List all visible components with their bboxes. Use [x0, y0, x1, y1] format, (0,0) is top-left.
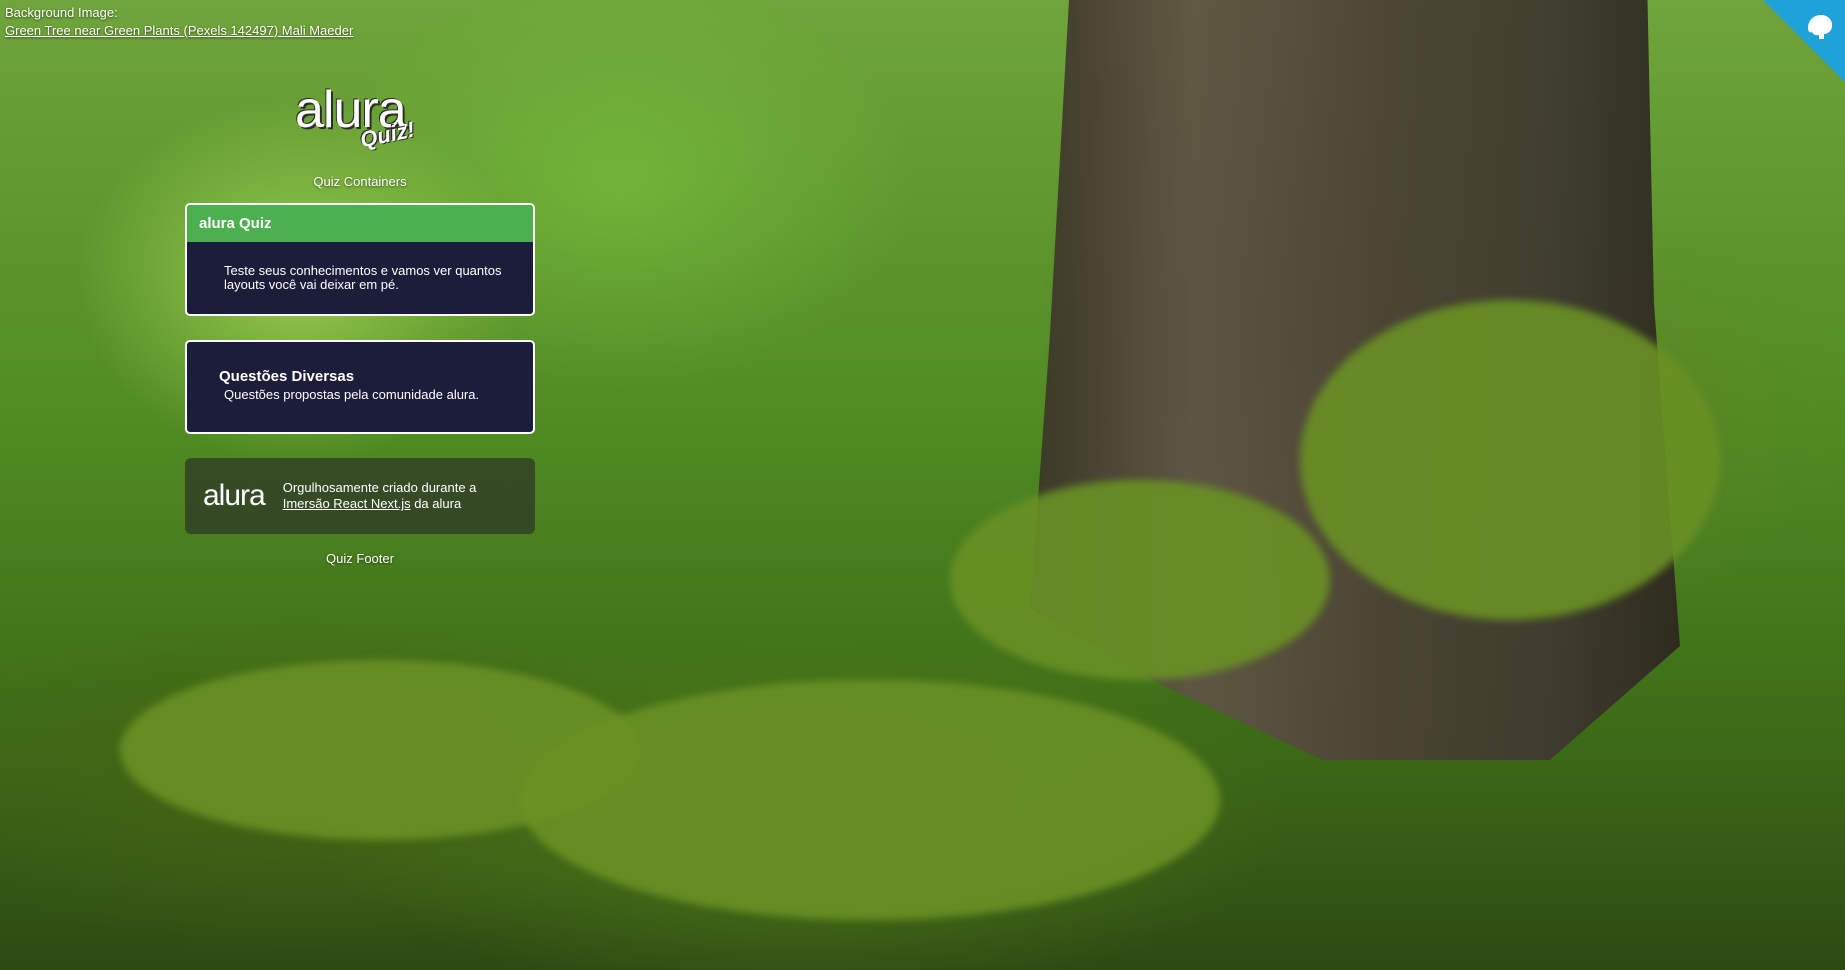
topics-widget-description: Questões propostas pela comunidade alura…: [224, 387, 480, 402]
footer-text: Orgulhosamente criado durante a Imersão …: [283, 480, 517, 512]
background-credit-link[interactable]: Green Tree near Green Plants (Pexels 142…: [5, 23, 353, 38]
background-moss: [120, 660, 640, 840]
footer-text-after: da alura: [410, 496, 462, 511]
github-octocat-icon: [1808, 15, 1833, 39]
quiz-footer-label: Quiz Footer: [326, 551, 394, 566]
quiz-widget-description: Teste seus conhecimentos e vamos ver qua…: [224, 263, 502, 292]
quiz-footer: alura Orgulhosamente criado durante a Im…: [185, 458, 535, 534]
background-credit-label: Background Image:: [5, 5, 118, 20]
topics-widget-title: Questões Diversas: [219, 368, 355, 385]
quiz-containers-label: Quiz Containers: [313, 174, 407, 189]
background-moss: [950, 480, 1330, 680]
topics-widget-body: Questões Diversas Questões propostas pel…: [187, 342, 533, 432]
background-credit: Background Image: Green Tree near Green …: [5, 4, 353, 40]
footer-imersao-link[interactable]: Imersão React Next.js: [283, 496, 411, 511]
background-moss: [1300, 300, 1720, 620]
quiz-widget-title: alura Quiz: [187, 205, 533, 242]
github-corner-link[interactable]: [1763, 0, 1845, 82]
footer-alura-logo: alura: [203, 479, 266, 512]
page: Background Image: Green Tree near Green …: [0, 0, 1845, 970]
alura-quiz-logo: alura Quiz!: [270, 80, 450, 160]
background-moss: [520, 680, 1220, 920]
quiz-widget: alura Quiz Teste seus conhecimentos e va…: [185, 203, 535, 316]
quiz-column: alura Quiz! Quiz Containers alura Quiz T…: [185, 80, 535, 580]
topics-widget: Questões Diversas Questões propostas pel…: [185, 340, 535, 434]
footer-text-before: Orgulhosamente criado durante a: [282, 480, 477, 495]
